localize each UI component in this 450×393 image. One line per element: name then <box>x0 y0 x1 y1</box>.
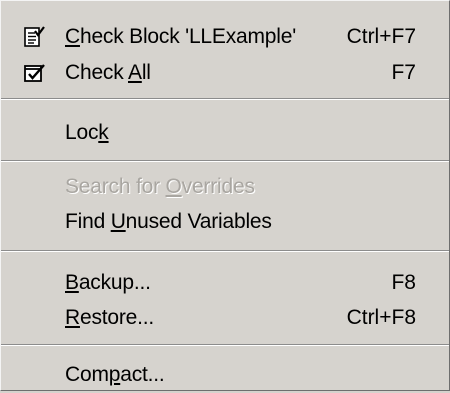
menu-item-label: Search for Overrides <box>65 175 255 198</box>
menu-item-shortcut: Ctrl+F8 <box>346 306 416 329</box>
check-document-icon <box>22 26 46 48</box>
menu-item-search-overrides: Search for Overrides <box>1 169 449 205</box>
menu-item-restore[interactable]: Restore... Ctrl+F8 <box>1 300 449 336</box>
context-menu: Check Block 'LLExample' Ctrl+F7 Check Al… <box>0 0 450 391</box>
menu-separator <box>1 160 449 162</box>
menu-item-lock[interactable]: Lock <box>1 115 449 151</box>
menu-item-compact[interactable]: Compact... <box>1 357 449 393</box>
menu-item-check-all[interactable]: Check All F7 <box>1 55 449 91</box>
menu-item-label: Check Block 'LLExample' <box>65 25 297 48</box>
menu-item-check-block[interactable]: Check Block 'LLExample' Ctrl+F7 <box>1 19 449 55</box>
check-box-icon <box>22 62 46 84</box>
menu-separator <box>1 98 449 100</box>
menu-separator <box>1 344 449 346</box>
menu-item-find-unused-variables[interactable]: Find Unused Variables <box>1 204 449 240</box>
menu-item-label: Check All <box>65 61 151 84</box>
menu-separator <box>1 250 449 252</box>
menu-item-label: Compact... <box>65 363 165 386</box>
menu-item-backup[interactable]: Backup... F8 <box>1 265 449 301</box>
menu-item-shortcut: F7 <box>391 61 416 84</box>
menu-item-shortcut: F8 <box>391 271 416 294</box>
menu-item-label: Lock <box>65 121 109 144</box>
menu-item-label: Restore... <box>65 306 155 329</box>
menu-item-shortcut: Ctrl+F7 <box>346 25 416 48</box>
menu-item-label: Find Unused Variables <box>65 210 272 233</box>
menu-item-label: Backup... <box>65 271 151 294</box>
